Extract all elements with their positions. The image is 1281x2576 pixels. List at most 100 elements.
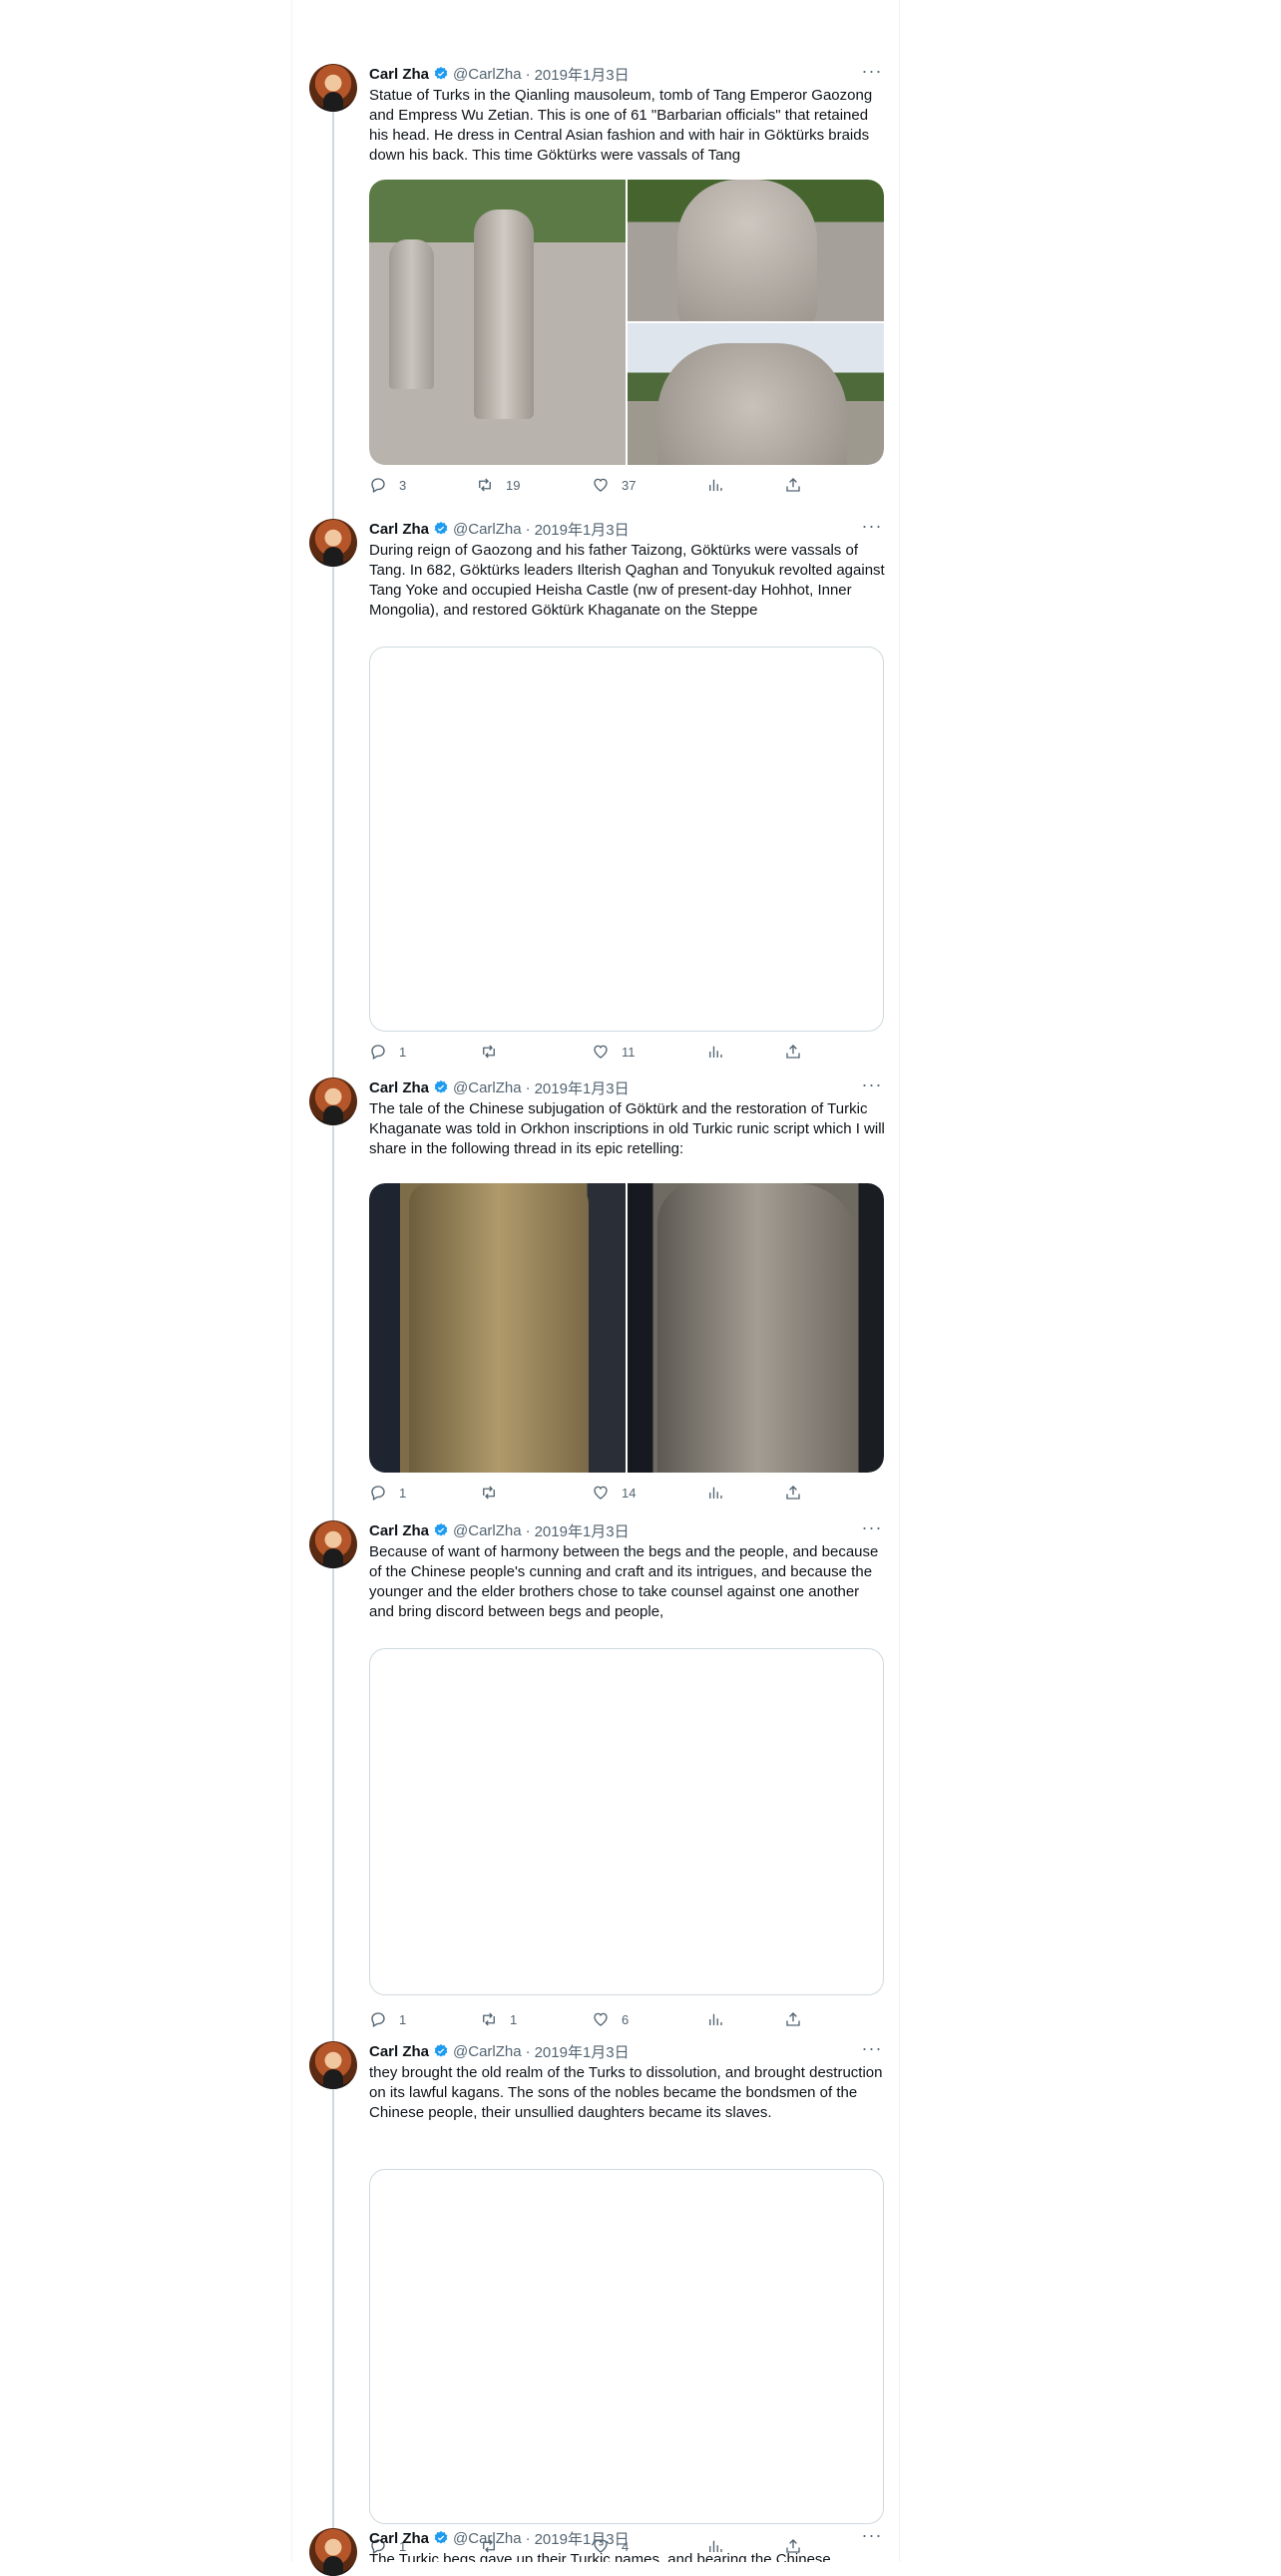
retweet-icon (479, 478, 491, 492)
tweet-text: Statue of Turks in the Qianling mausoleu… (369, 87, 873, 164)
tweet-date[interactable]: 2019年1月3日 (535, 64, 630, 85)
author-name[interactable]: Carl Zha (369, 2530, 429, 2547)
avatar[interactable] (309, 1077, 357, 1125)
views-button[interactable] (706, 475, 724, 495)
tweet-date[interactable]: 2019年1月3日 (535, 2528, 630, 2549)
views-button[interactable] (706, 2009, 724, 2029)
author-handle[interactable]: @CarlZha (453, 1522, 522, 1539)
statue-back-photo[interactable] (628, 323, 884, 465)
analytics-icon (709, 1046, 722, 1058)
analytics-icon (709, 479, 722, 491)
tweet-actions: 1 1 6 (369, 2009, 800, 2029)
author-handle[interactable]: @CarlZha (453, 1079, 522, 1096)
tweet-header: Carl Zha @CarlZha · 2019年1月3日 (369, 2041, 630, 2061)
tweet-actions: 3 19 37 (369, 475, 800, 495)
statue-photo[interactable] (369, 180, 626, 465)
retweet-button[interactable]: 19 (476, 475, 520, 495)
share-button[interactable] (784, 1483, 802, 1503)
author-handle[interactable]: @CarlZha (453, 2530, 522, 2547)
tweet-date[interactable]: 2019年1月3日 (535, 1520, 630, 1541)
author-handle[interactable]: @CarlZha (453, 521, 522, 538)
tweet-actions: 1 11 (369, 1042, 800, 1062)
avatar[interactable] (309, 2041, 357, 2089)
verified-badge-icon (434, 1523, 448, 1536)
reply-button[interactable]: 1 (369, 1042, 406, 1062)
author-handle[interactable]: @CarlZha (453, 2043, 522, 2060)
thread-connector-line (332, 90, 334, 2562)
author-handle[interactable]: @CarlZha (453, 66, 522, 83)
share-button[interactable] (784, 2009, 802, 2029)
tweet-text: During reign of Gaozong and his father T… (369, 542, 885, 619)
retweet-button[interactable] (480, 1483, 510, 1503)
tweet-header: Carl Zha @CarlZha · 2019年1月3日 (369, 1520, 630, 1540)
share-icon (786, 2012, 800, 2026)
verified-badge-icon (434, 1080, 448, 1093)
tweet-text: they brought the old realm of the Turks … (369, 2064, 883, 2121)
author-name[interactable]: Carl Zha (369, 1079, 429, 1096)
orkhon-inscription-photo[interactable] (628, 1183, 884, 1473)
separator-dot: · (525, 2529, 531, 2547)
share-icon (786, 1045, 800, 1059)
like-count: 6 (622, 2011, 630, 2027)
verified-badge-icon (434, 522, 448, 535)
more-options-icon[interactable]: ··· (860, 62, 884, 84)
tweet-media-grid[interactable] (369, 180, 884, 465)
analytics-icon (709, 2013, 722, 2025)
avatar[interactable] (309, 2528, 357, 2576)
reply-button[interactable]: 1 (369, 2009, 406, 2029)
avatar[interactable] (309, 64, 357, 112)
like-button[interactable]: 11 (592, 1042, 636, 1062)
retweet-count: 19 (506, 477, 521, 493)
author-name[interactable]: Carl Zha (369, 521, 429, 538)
tweet-media-placeholder[interactable] (369, 2169, 884, 2524)
views-button[interactable] (706, 1483, 724, 1503)
share-icon (786, 1486, 800, 1500)
reply-button[interactable]: 1 (369, 1483, 406, 1503)
more-options-icon[interactable]: ··· (860, 2039, 884, 2061)
tweet-header: Carl Zha @CarlZha · 2019年1月3日 (369, 64, 630, 84)
share-icon (786, 478, 800, 492)
like-count: 14 (622, 1485, 637, 1501)
reply-icon (371, 1045, 385, 1060)
retweet-button[interactable] (480, 1042, 510, 1062)
tweet-date[interactable]: 2019年1月3日 (535, 1077, 630, 1098)
like-button[interactable]: 37 (592, 475, 636, 495)
like-count: 37 (622, 477, 637, 493)
more-options-icon[interactable]: ··· (860, 1075, 884, 1097)
tweet-media-placeholder[interactable] (369, 1648, 884, 1995)
separator-dot: · (525, 2042, 531, 2060)
heart-icon (594, 1486, 608, 1500)
reply-count: 1 (399, 1485, 407, 1501)
orkhon-stele-photo[interactable] (369, 1183, 626, 1473)
verified-badge-icon (434, 2044, 448, 2057)
retweet-button[interactable]: 1 (480, 2009, 517, 2029)
share-button[interactable] (784, 1042, 802, 1062)
tweet-date[interactable]: 2019年1月3日 (535, 2041, 630, 2062)
heart-icon (594, 1045, 608, 1059)
share-button[interactable] (784, 475, 802, 495)
reply-icon (371, 2012, 385, 2027)
retweet-icon (483, 1486, 495, 1500)
avatar[interactable] (309, 1520, 357, 1568)
separator-dot: · (525, 1078, 531, 1096)
more-options-icon[interactable]: ··· (860, 517, 884, 539)
avatar[interactable] (309, 519, 357, 567)
reply-count: 1 (399, 2011, 407, 2027)
retweet-count: 1 (510, 2011, 518, 2027)
tweet-media-placeholder[interactable] (369, 646, 884, 1032)
reply-count: 3 (399, 477, 407, 493)
tweet-date[interactable]: 2019年1月3日 (535, 519, 630, 540)
separator-dot: · (525, 65, 531, 83)
views-button[interactable] (706, 1042, 724, 1062)
tweet-media-grid[interactable] (369, 1183, 884, 1473)
more-options-icon[interactable]: ··· (860, 2526, 884, 2548)
author-name[interactable]: Carl Zha (369, 66, 429, 83)
reply-button[interactable]: 3 (369, 475, 406, 495)
tweet-header: Carl Zha @CarlZha · 2019年1月3日 (369, 519, 630, 539)
author-name[interactable]: Carl Zha (369, 2043, 429, 2060)
statue-head-photo[interactable] (628, 180, 884, 321)
more-options-icon[interactable]: ··· (860, 1518, 884, 1540)
like-button[interactable]: 6 (592, 2009, 629, 2029)
like-button[interactable]: 14 (592, 1483, 636, 1503)
author-name[interactable]: Carl Zha (369, 1522, 429, 1539)
